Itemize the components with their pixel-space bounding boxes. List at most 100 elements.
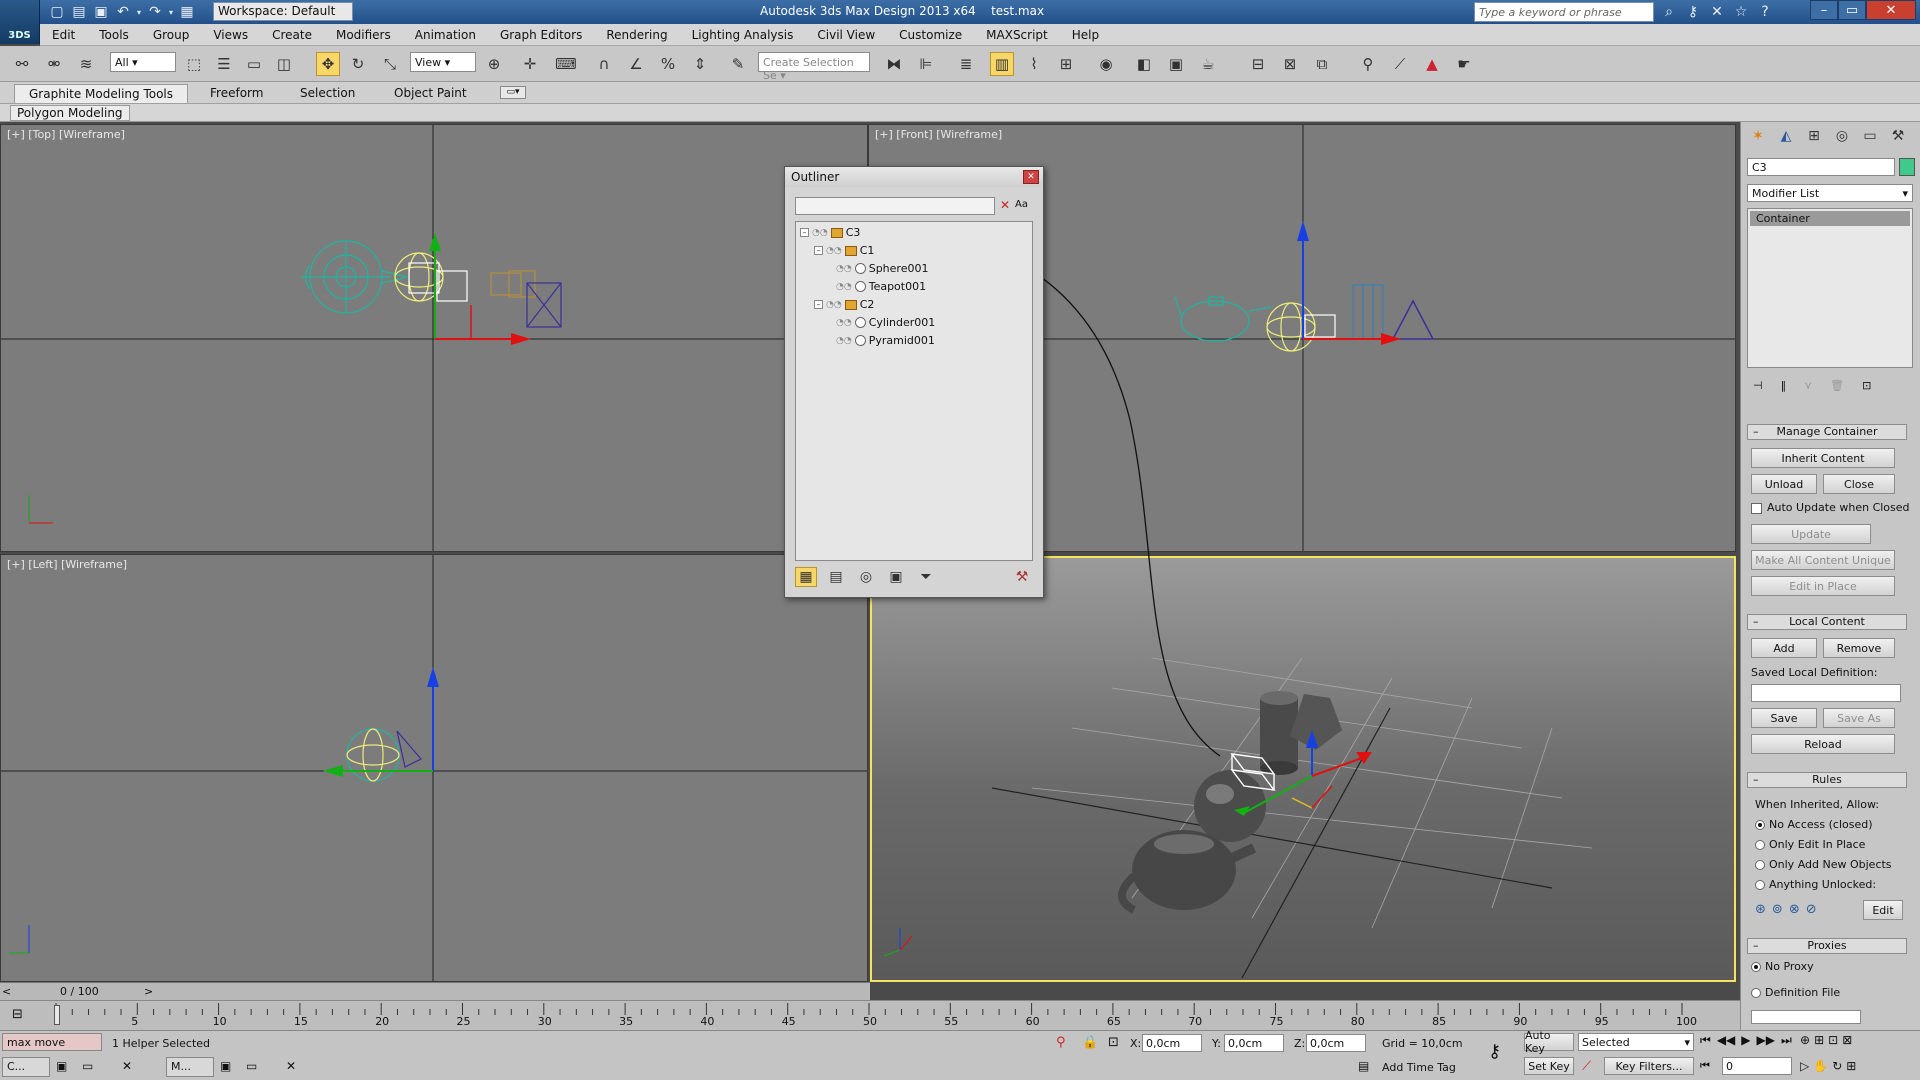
select-and-move-icon[interactable]: ✥: [316, 52, 340, 76]
reload-button[interactable]: Reload: [1751, 734, 1895, 754]
render-setup-icon[interactable]: ◧: [1132, 52, 1156, 76]
menu-maxscript[interactable]: MAXScript: [974, 28, 1060, 42]
rollout-rules[interactable]: – Rules: [1747, 772, 1907, 788]
pivot-center-icon[interactable]: ⊕: [482, 52, 506, 76]
menu-animation[interactable]: Animation: [403, 28, 488, 42]
play-icon[interactable]: ▶: [1741, 1033, 1750, 1048]
key-mode-dropdown[interactable]: Selected ▾: [1578, 1033, 1694, 1051]
selection-filter-dropdown[interactable]: All ▾: [110, 52, 176, 72]
object-mode-icon[interactable]: ▣: [885, 567, 907, 587]
containers-manager-icon[interactable]: ⧉: [1310, 52, 1334, 76]
outliner-close-button[interactable]: ✕: [1023, 170, 1039, 184]
workspace-dropdown[interactable]: Workspace: Default: [213, 2, 353, 21]
tree-node-c3[interactable]: – ◔◔ C3: [800, 226, 860, 239]
stack-item-container[interactable]: Container: [1750, 211, 1910, 226]
time-slider-thumb[interactable]: [54, 1005, 60, 1025]
outliner-case-sensitive-toggle[interactable]: Aa: [1015, 199, 1028, 210]
y-coordinate-field[interactable]: 0,0cm: [1224, 1034, 1284, 1052]
time-slider[interactable]: < 0 / 100 >: [0, 982, 870, 1000]
object-name-field[interactable]: C3: [1747, 158, 1895, 176]
menu-graph-editors[interactable]: Graph Editors: [488, 28, 594, 42]
spinner-snap-icon[interactable]: ⇕: [688, 52, 712, 76]
unload-button[interactable]: Unload: [1751, 474, 1817, 494]
viewport-left[interactable]: [+] [Left] [Wireframe]: [0, 554, 868, 982]
expand-toggle-icon[interactable]: –: [800, 228, 809, 237]
time-slider-next-icon[interactable]: >: [144, 985, 153, 998]
field-of-view-icon[interactable]: ▷: [1800, 1059, 1809, 1073]
menu-modifiers[interactable]: Modifiers: [324, 28, 403, 42]
hierarchy-mode-icon[interactable]: ▦: [795, 567, 817, 587]
redo-dropdown-icon[interactable]: ▾: [166, 2, 176, 22]
named-selection-set-dropdown[interactable]: Create Selection Se ▾: [758, 52, 870, 82]
remove-modifier-icon[interactable]: 🗑: [1830, 379, 1844, 392]
menu-edit[interactable]: Edit: [40, 28, 87, 42]
outliner-window[interactable]: Outliner ✕ ✕ Aa – ◔◔ C3 – ◔◔ C1 ◔◔ Sphere001 …: [784, 166, 1044, 598]
communication-icon[interactable]: ✕: [1706, 2, 1728, 22]
taskbar-restore-icon[interactable]: ▣: [56, 1059, 67, 1073]
scene-explorer-icon[interactable]: ⊟: [1246, 52, 1270, 76]
expand-toggle-icon[interactable]: –: [814, 246, 823, 255]
edit-named-selection-icon[interactable]: ✎: [726, 52, 750, 76]
outliner-title-bar[interactable]: Outliner ✕: [785, 167, 1043, 187]
outliner-clear-search-icon[interactable]: ✕: [1000, 198, 1010, 212]
ribbon-options-dropdown[interactable]: ▭▾: [500, 86, 526, 99]
menu-tools[interactable]: Tools: [87, 28, 141, 42]
favorites-star-icon[interactable]: ☆: [1730, 2, 1752, 22]
key-filters-button[interactable]: Key Filters...: [1604, 1057, 1694, 1075]
taskbar-m-close-icon[interactable]: ✕: [286, 1059, 296, 1073]
previous-frame-icon[interactable]: ◀◀: [1717, 1033, 1735, 1048]
minimize-button[interactable]: –: [1810, 0, 1838, 20]
update-button[interactable]: Update: [1751, 524, 1871, 544]
tree-node-pyramid001[interactable]: ◔◔ Pyramid001: [836, 334, 935, 347]
viewport-top[interactable]: [+] [Top] [Wireframe]: [0, 124, 868, 552]
bind-spacewarp-icon[interactable]: ≋: [74, 52, 98, 76]
auto-update-checkbox[interactable]: [1751, 503, 1762, 514]
visibility-eye-icon[interactable]: ◔◔: [836, 282, 852, 292]
next-frame-icon[interactable]: ▶▶: [1757, 1033, 1775, 1048]
angle-snap-icon[interactable]: ∠: [624, 52, 648, 76]
menu-rendering[interactable]: Rendering: [594, 28, 679, 42]
inherit-content-button[interactable]: Inherit Content: [1751, 448, 1895, 468]
make-unique-icon[interactable]: ⋎: [1804, 379, 1812, 392]
rectangular-selection-icon[interactable]: ▭: [242, 52, 266, 76]
utilities-tab-icon[interactable]: ⚒: [1887, 126, 1909, 146]
menu-civil-view[interactable]: Civil View: [805, 28, 887, 42]
outliner-tree[interactable]: – ◔◔ C3 – ◔◔ C1 ◔◔ Sphere001 ◔◔ Teapot001 – ◔◔ C…: [795, 221, 1033, 561]
pan-hand-icon[interactable]: ✋: [1813, 1059, 1828, 1073]
schematic-view-icon[interactable]: ⊞: [1054, 52, 1078, 76]
go-to-start-icon[interactable]: ⏮: [1700, 1033, 1711, 1048]
menu-customize[interactable]: Customize: [887, 28, 974, 42]
binoculars-icon[interactable]: ⌕: [1658, 2, 1680, 22]
selection-lock-icon[interactable]: 🔒: [1082, 1035, 1098, 1050]
save-file-icon[interactable]: ▣: [90, 2, 112, 22]
menu-lighting-analysis[interactable]: Lighting Analysis: [680, 28, 806, 42]
link-icon[interactable]: ⚯: [10, 52, 34, 76]
mirror-icon[interactable]: ⧓: [882, 52, 906, 76]
redo-icon[interactable]: ↷: [144, 2, 166, 22]
definition-file-dropdown[interactable]: [1751, 1010, 1861, 1024]
select-object-icon[interactable]: ⬚: [182, 52, 206, 76]
hierarchy-tab-icon[interactable]: ⊞: [1803, 126, 1825, 146]
default-tangents-icon[interactable]: ⟋: [1582, 1059, 1591, 1074]
save-button[interactable]: Save: [1751, 708, 1817, 728]
tab-selection[interactable]: Selection: [286, 84, 369, 103]
tree-node-c2[interactable]: – ◔◔ C2: [814, 298, 874, 311]
visibility-eye-icon[interactable]: ◔◔: [836, 318, 852, 328]
show-end-result-icon[interactable]: ‖: [1781, 379, 1787, 392]
set-key-icon[interactable]: ⚷: [1488, 1041, 1501, 1062]
motion-tab-icon[interactable]: ◎: [1831, 126, 1853, 146]
z-coordinate-field[interactable]: 0,0cm: [1306, 1034, 1366, 1052]
visibility-eye-icon[interactable]: ◔◔: [836, 336, 852, 346]
select-manipulate-icon[interactable]: ✛: [518, 52, 542, 76]
modifier-list-dropdown[interactable]: Modifier List ▾: [1747, 184, 1913, 202]
visibility-eye-icon[interactable]: ◔◔: [826, 246, 842, 256]
configure-modifier-sets-icon[interactable]: ⊡: [1862, 379, 1871, 392]
display-tab-icon[interactable]: ▭: [1859, 126, 1881, 146]
tab-graphite-modeling-tools[interactable]: Graphite Modeling Tools: [14, 84, 189, 103]
lock-rule-icon[interactable]: ⊛: [1755, 902, 1766, 917]
radio-only-add-new-objects[interactable]: [1755, 860, 1765, 870]
rule-props-icon[interactable]: ⊘: [1806, 902, 1817, 917]
visibility-eye-icon[interactable]: ◔◔: [812, 228, 828, 238]
undo-icon[interactable]: ↶: [112, 2, 134, 22]
viewport-perspective[interactable]: [870, 556, 1736, 982]
